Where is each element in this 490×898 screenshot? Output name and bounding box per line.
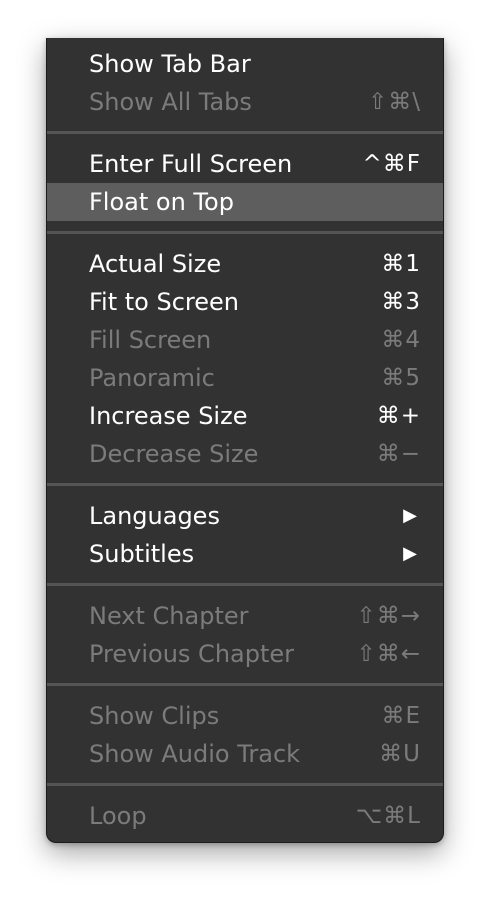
menu-item-label: Show Tab Bar [89,50,251,78]
menu-item-next-chapter: Next Chapter ⇧⌘→ [47,597,443,635]
menu-item-float-on-top[interactable]: Float on Top [47,183,443,221]
keyboard-shortcut: ⇧⌘\ [367,89,421,115]
view-menu: Show Tab Bar Show All Tabs ⇧⌘\ Enter Ful… [46,38,444,843]
menu-item-actual-size[interactable]: Actual Size ⌘1 [47,245,443,283]
menu-item-label: Fit to Screen [89,288,239,316]
menu-item-increase-size[interactable]: Increase Size ⌘+ [47,397,443,435]
menu-item-label: Increase Size [89,402,248,430]
menu-item-label: Show Clips [89,702,220,730]
menu-item-fill-screen: Fill Screen ⌘4 [47,321,443,359]
keyboard-shortcut: ⌘4 [381,327,421,353]
menu-item-enter-full-screen[interactable]: Enter Full Screen ^⌘F [47,145,443,183]
menu-item-previous-chapter: Previous Chapter ⇧⌘← [47,635,443,673]
menu-item-fit-to-screen[interactable]: Fit to Screen ⌘3 [47,283,443,321]
menu-separator [47,673,443,697]
menu-item-languages[interactable]: Languages ▶ [47,497,443,535]
menu-item-show-tab-bar[interactable]: Show Tab Bar [47,45,443,83]
menu-item-label: Subtitles [89,540,195,568]
menu-separator [47,473,443,497]
keyboard-shortcut: ⌘U [379,741,421,767]
keyboard-shortcut: ⌘3 [381,289,421,315]
menu-item-loop: Loop ⌥⌘L [47,797,443,835]
keyboard-shortcut: ⇧⌘← [356,641,421,667]
menu-item-label: Show All Tabs [89,88,252,116]
menu-item-label: Languages [89,502,220,530]
keyboard-shortcut: ⌥⌘L [355,803,421,829]
menu-item-subtitles[interactable]: Subtitles ▶ [47,535,443,573]
menu-item-show-clips: Show Clips ⌘E [47,697,443,735]
menu-item-label: Next Chapter [89,602,249,630]
menu-separator [47,221,443,245]
menu-item-label: Actual Size [89,250,222,278]
menu-item-label: Panoramic [89,364,215,392]
menu-item-show-audio-track: Show Audio Track ⌘U [47,735,443,773]
keyboard-shortcut: ⌘5 [381,365,421,391]
keyboard-shortcut: ⇧⌘→ [356,603,421,629]
menu-item-label: Fill Screen [89,326,212,354]
menu-separator [47,773,443,797]
menu-separator [47,573,443,597]
menu-item-label: Decrease Size [89,440,259,468]
keyboard-shortcut: ⌘E [381,703,421,729]
menu-item-show-all-tabs: Show All Tabs ⇧⌘\ [47,83,443,121]
menu-item-label: Loop [89,802,147,830]
menu-item-label: Show Audio Track [89,740,301,768]
menu-item-decrease-size: Decrease Size ⌘− [47,435,443,473]
menu-separator [47,121,443,145]
keyboard-shortcut: ⌘1 [381,251,421,277]
menu-item-label: Float on Top [89,188,234,216]
submenu-arrow-icon: ▶ [403,543,417,564]
keyboard-shortcut: ⌘− [376,441,421,467]
keyboard-shortcut: ⌘+ [376,403,421,429]
keyboard-shortcut: ^⌘F [362,151,421,177]
menu-item-label: Enter Full Screen [89,150,293,178]
submenu-arrow-icon: ▶ [403,505,417,526]
menu-item-label: Previous Chapter [89,640,295,668]
menu-item-panoramic: Panoramic ⌘5 [47,359,443,397]
